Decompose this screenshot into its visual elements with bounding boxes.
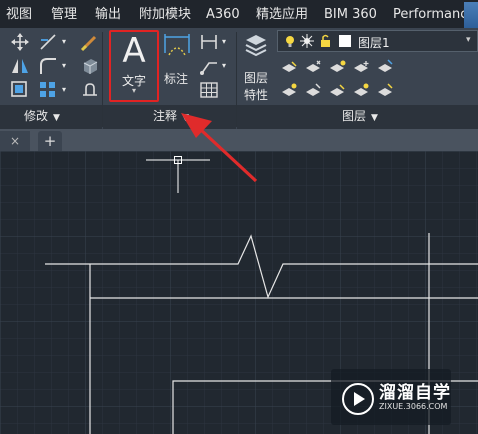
red-arrow-shaft xyxy=(198,127,258,183)
watermark-title: 溜溜自学 xyxy=(379,383,451,403)
watermark-logo-icon xyxy=(342,383,374,415)
watermark-url: ZIXUE.3066.COM xyxy=(379,402,448,411)
watermark: 溜溜自学 ZIXUE.3066.COM xyxy=(331,369,451,425)
